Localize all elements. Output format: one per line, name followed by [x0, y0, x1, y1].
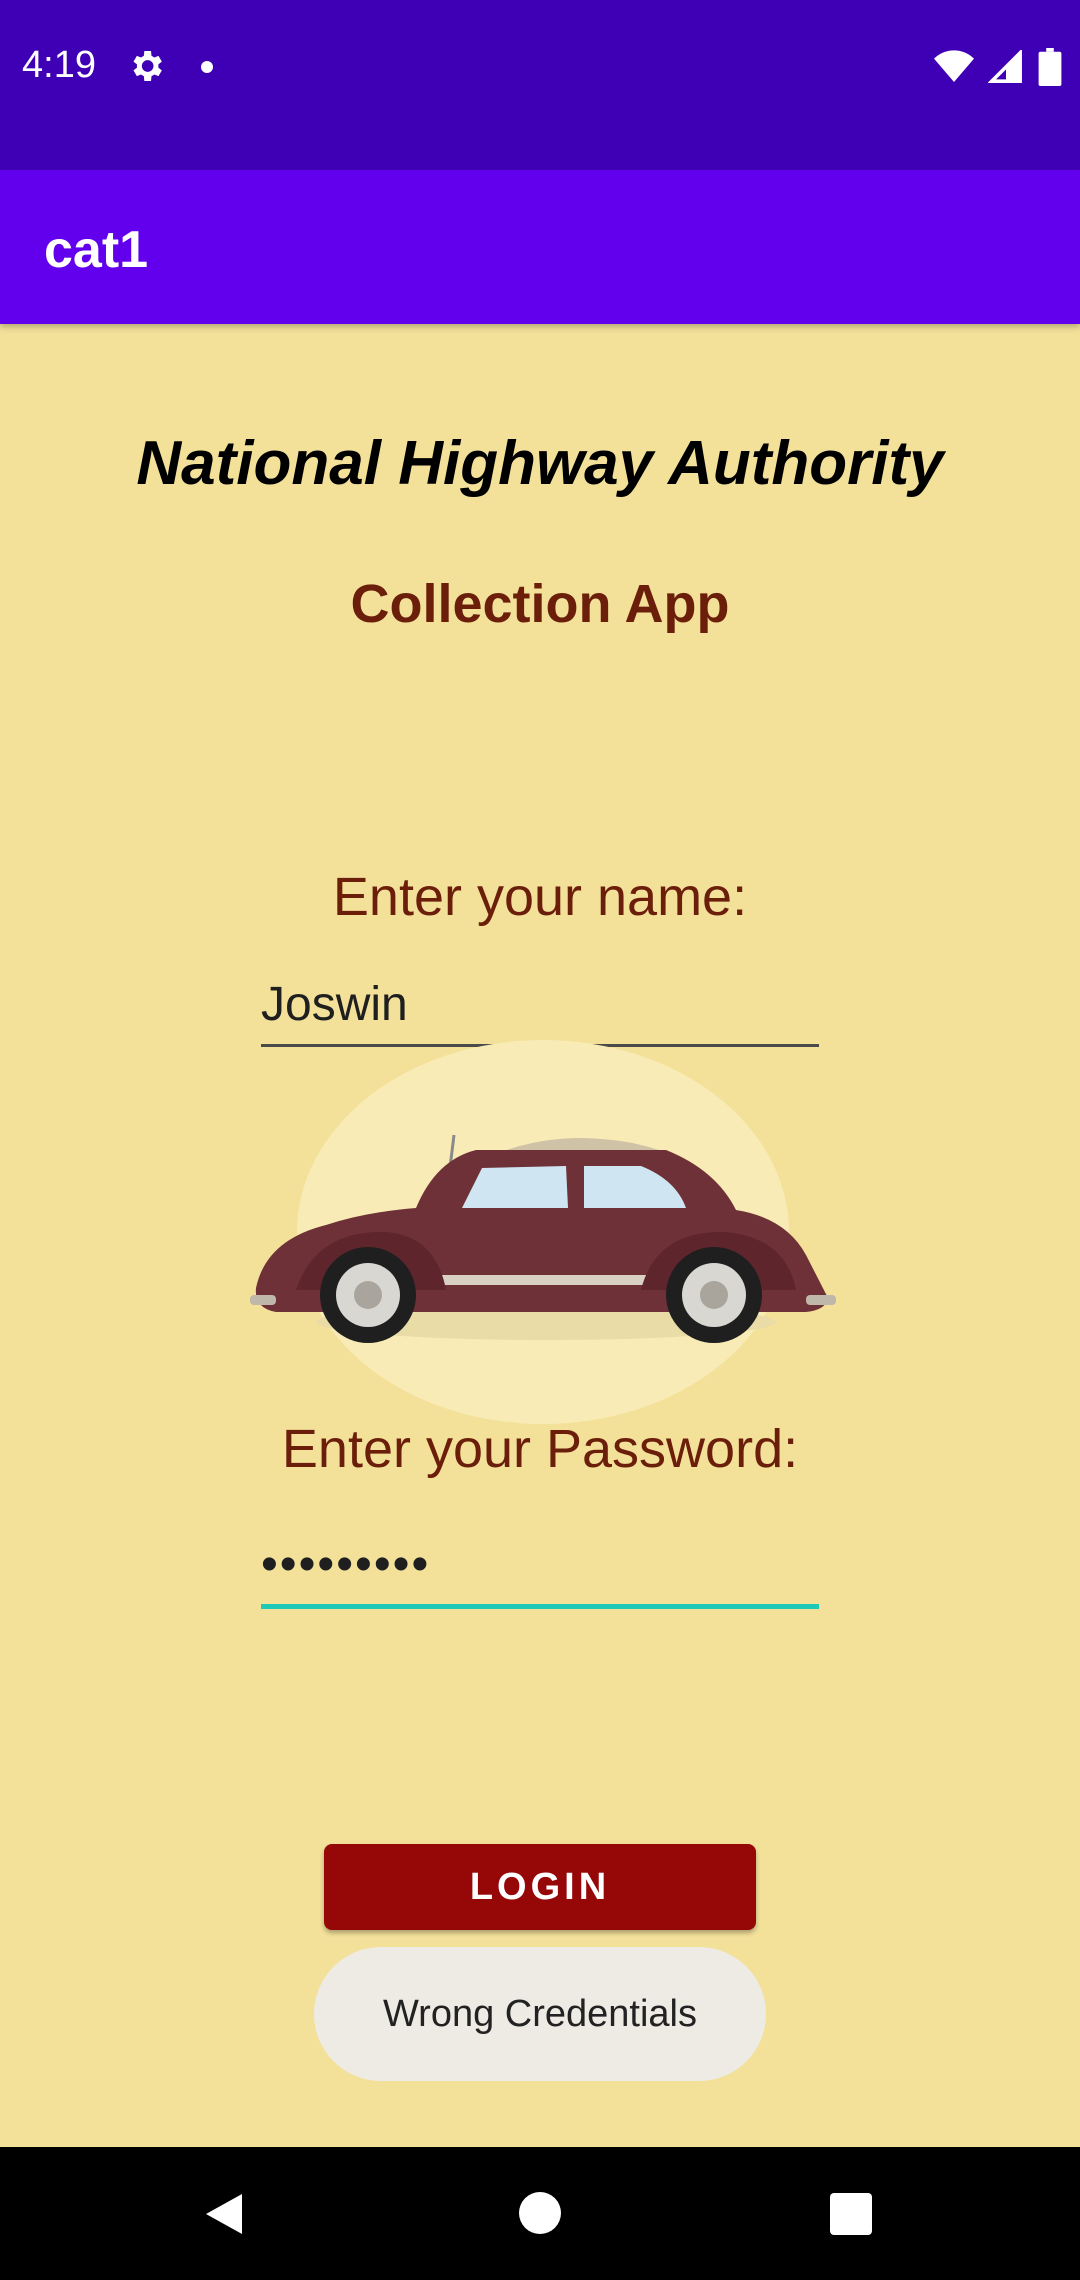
page-title: National Highway Authority — [136, 429, 944, 498]
login-button[interactable]: LOGIN — [324, 1844, 756, 1930]
notification-dot-icon — [201, 61, 213, 73]
back-icon[interactable] — [204, 2192, 244, 2236]
app-title: cat1 — [44, 221, 149, 279]
car-illustration — [250, 1040, 836, 1424]
wifi-icon — [934, 50, 974, 82]
cellular-signal-icon — [988, 50, 1022, 83]
name-input[interactable] — [261, 964, 819, 1047]
navigation-bar — [0, 2147, 1080, 2280]
page-subtitle: Collection App — [350, 574, 730, 634]
password-input[interactable] — [261, 1524, 819, 1609]
recents-icon[interactable] — [830, 2193, 872, 2235]
gear-icon — [133, 51, 162, 81]
name-label: Enter your name: — [332, 867, 748, 927]
app-bar: cat1 — [0, 170, 1080, 324]
password-label: Enter your Password: — [281, 1419, 799, 1479]
status-time: 4:19 — [22, 44, 96, 86]
toast-text: Wrong Credentials — [382, 1992, 697, 2035]
home-icon[interactable] — [519, 2192, 561, 2234]
status-icons — [934, 48, 1062, 86]
toast-message: Wrong Credentials — [314, 1947, 766, 2081]
battery-icon — [1038, 48, 1062, 86]
status-bar: 4:19 — [0, 0, 1080, 170]
